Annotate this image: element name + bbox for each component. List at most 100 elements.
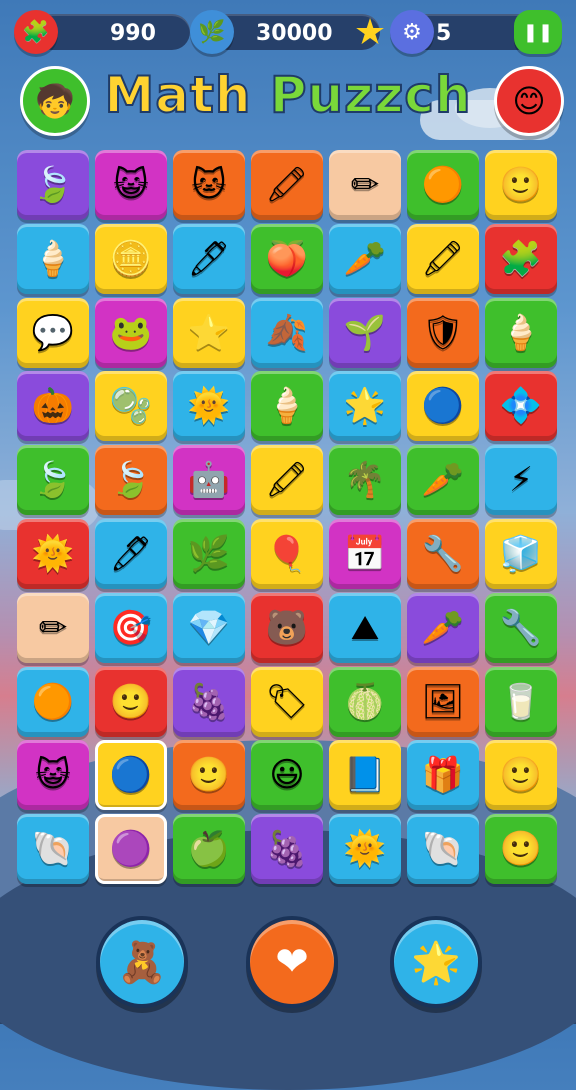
tile-icon: 🖍 xyxy=(265,460,309,501)
moves-value: 5 xyxy=(436,21,452,46)
board-tile[interactable]: 🖍 xyxy=(251,150,323,220)
board-tile[interactable]: ⭐ xyxy=(173,297,245,368)
board-tile[interactable]: 💎 xyxy=(173,592,245,663)
board-tile[interactable]: 🥕 xyxy=(407,445,479,516)
board-tile[interactable]: 🙂 xyxy=(173,740,245,811)
board-tile[interactable]: 🐚 xyxy=(17,814,89,885)
tile-icon: 🙂 xyxy=(499,755,543,796)
title-part-1: Math xyxy=(103,65,270,125)
heart-button[interactable]: ❤ xyxy=(246,916,338,1008)
board-tile[interactable]: 🍇 xyxy=(173,666,245,737)
board-tile[interactable]: 🎁 xyxy=(407,740,479,811)
board-tile[interactable]: 🪙 xyxy=(95,223,167,294)
board-tile[interactable]: 🌿 xyxy=(173,518,245,589)
board-tile[interactable]: 🧊 xyxy=(485,518,557,589)
board-tile[interactable]: 🖍 xyxy=(251,445,323,516)
board-tile[interactable]: 🍈 xyxy=(329,666,401,737)
board-tile[interactable]: 🍃 xyxy=(17,445,89,516)
board-tile[interactable]: 🍦 xyxy=(485,297,557,368)
board-tile[interactable]: 🍦 xyxy=(17,223,89,294)
tile-icon: 🌟 xyxy=(343,386,387,427)
board-tile[interactable]: 🎃 xyxy=(17,371,89,442)
board-tile[interactable]: 🍂 xyxy=(251,297,323,368)
board-tile[interactable]: 🌞 xyxy=(173,371,245,442)
board-tile[interactable]: 🛡 xyxy=(407,297,479,368)
board-tile[interactable]: 🐚 xyxy=(407,814,479,885)
board-tile[interactable]: 🐸 xyxy=(95,297,167,368)
hint-button[interactable]: 🧸 xyxy=(96,916,188,1008)
tile-icon: 🐻 xyxy=(265,607,309,648)
tile-icon: 🎃 xyxy=(31,386,75,427)
board-tile[interactable]: ✏ xyxy=(17,592,89,663)
board-tile[interactable]: 🍏 xyxy=(173,814,245,885)
board-tile[interactable]: 🔵 xyxy=(407,371,479,442)
board-tile[interactable]: 🟠 xyxy=(407,150,479,220)
board-tile[interactable]: 😃 xyxy=(251,740,323,811)
tile-icon: 🍃 xyxy=(109,460,153,501)
pause-icon[interactable]: ❚❚ xyxy=(514,10,562,54)
board-tile[interactable]: ⛰ xyxy=(329,592,401,663)
tile-icon: ⭐ xyxy=(187,312,231,353)
board-tile[interactable]: 🖍 xyxy=(407,223,479,294)
tile-icon: 🌞 xyxy=(343,829,387,870)
board-tile[interactable]: 🔧 xyxy=(485,592,557,663)
board-tile[interactable]: 🥕 xyxy=(329,223,401,294)
board-tile[interactable]: 🙂 xyxy=(95,666,167,737)
board-tile[interactable]: 🏷 xyxy=(251,666,323,737)
board-tile[interactable]: 🙂 xyxy=(485,814,557,885)
hint-icon: 🧸 xyxy=(117,939,167,986)
heart-icon: ❤ xyxy=(275,939,309,985)
board-tile[interactable]: ⚡ xyxy=(485,445,557,516)
tile-icon: 🤖 xyxy=(187,460,231,501)
board-tile[interactable]: 💠 xyxy=(485,371,557,442)
board-tile[interactable]: 🍑 xyxy=(251,223,323,294)
board-tile[interactable]: 🙂 xyxy=(485,150,557,220)
board-tile[interactable]: 🙂 xyxy=(485,740,557,811)
board-tile[interactable]: 💬 xyxy=(17,297,89,368)
board-tile[interactable]: 🌟 xyxy=(329,371,401,442)
board-tile[interactable]: 🎯 xyxy=(95,592,167,663)
board-tile[interactable]: 🐱 xyxy=(173,150,245,220)
tile-icon: 🫧 xyxy=(109,386,153,427)
tile-icon: 🙂 xyxy=(187,755,231,796)
board-tile[interactable]: 🍇 xyxy=(251,814,323,885)
tile-icon: 🥛 xyxy=(499,681,543,722)
board-tile[interactable]: 🫧 xyxy=(95,371,167,442)
board-tile[interactable]: 😺 xyxy=(95,150,167,220)
tile-icon: 🙂 xyxy=(109,681,153,722)
tile-icon: 📘 xyxy=(343,755,387,796)
face-icon[interactable]: 😊 xyxy=(494,66,564,136)
board-tile[interactable]: 🟣 xyxy=(95,814,167,885)
board-tile[interactable]: 🖼 xyxy=(407,666,479,737)
chat-button[interactable]: 🌟 xyxy=(390,916,482,1008)
board-tile[interactable]: 📅 xyxy=(329,518,401,589)
board-tile[interactable]: 🌞 xyxy=(17,518,89,589)
board-tile[interactable]: 🥕 xyxy=(407,592,479,663)
board-tile[interactable]: 🐻 xyxy=(251,592,323,663)
board-tile[interactable]: 📘 xyxy=(329,740,401,811)
tile-icon: 💬 xyxy=(31,312,75,353)
board-tile[interactable]: 🎈 xyxy=(251,518,323,589)
board-tile[interactable]: 🌴 xyxy=(329,445,401,516)
board-tile[interactable]: ✏ xyxy=(329,150,401,220)
tile-icon: 🎈 xyxy=(265,533,309,574)
board-tile[interactable]: 🥛 xyxy=(485,666,557,737)
tile-icon: 🎁 xyxy=(421,755,465,796)
board-tile[interactable]: 🤖 xyxy=(173,445,245,516)
board-tile[interactable]: 🟠 xyxy=(17,666,89,737)
board-tile[interactable]: 🍃 xyxy=(95,445,167,516)
board-tile[interactable]: 🍃 xyxy=(17,150,89,220)
board-tile[interactable]: 🍦 xyxy=(251,371,323,442)
tile-icon: 🔧 xyxy=(499,607,543,648)
board-tile[interactable]: 😺 xyxy=(17,740,89,811)
board-tile[interactable]: 🔧 xyxy=(407,518,479,589)
tile-icon: 🍑 xyxy=(265,238,309,279)
board-tile[interactable]: 🧩 xyxy=(485,223,557,294)
board-tile[interactable]: 🖊 xyxy=(95,518,167,589)
board-tile[interactable]: 🖊 xyxy=(173,223,245,294)
board-tile[interactable]: 🌞 xyxy=(329,814,401,885)
board-tile[interactable]: 🔵 xyxy=(95,740,167,811)
puzzle-icon[interactable]: 🧩 xyxy=(14,10,58,54)
board-tile[interactable]: 🌱 xyxy=(329,297,401,368)
tile-icon: 💠 xyxy=(499,386,543,427)
